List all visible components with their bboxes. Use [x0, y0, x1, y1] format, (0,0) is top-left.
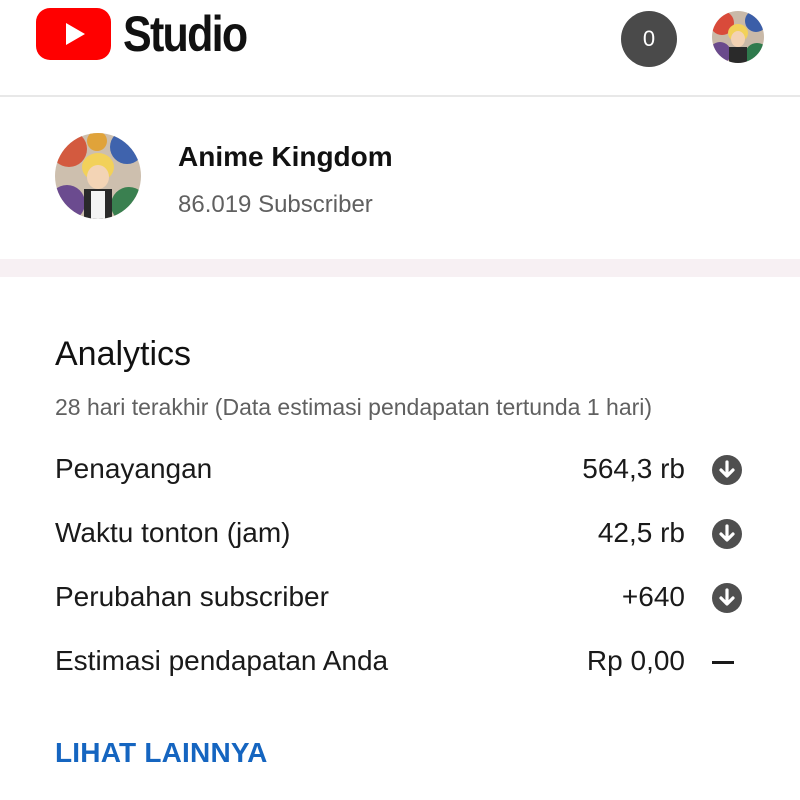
metric-row-views: Penayangan 564,3 rb — [55, 453, 755, 493]
metric-row-estimated-revenue: Estimasi pendapatan Anda Rp 0,00 — [55, 645, 755, 685]
metric-value: Rp 0,00 — [586, 645, 685, 676]
metric-value: +640 — [621, 581, 685, 612]
channel-name: Anime Kingdom — [178, 141, 393, 172]
studio-logo[interactable]: Studio — [36, 8, 267, 60]
section-divider — [0, 259, 800, 277]
metric-label: Estimasi pendapatan Anda — [55, 645, 389, 676]
notification-badge[interactable]: 0 — [621, 11, 677, 67]
account-avatar[interactable] — [712, 11, 764, 63]
dash-icon — [712, 661, 734, 664]
down-arrow-icon — [712, 455, 742, 485]
metric-value: 564,3 rb — [582, 453, 685, 484]
down-arrow-icon — [712, 583, 742, 613]
subscriber-count: 86.019 Subscriber — [178, 191, 373, 218]
analytics-period: 28 hari terakhir (Data estimasi pendapat… — [55, 394, 653, 420]
top-app-bar: Studio 0 — [0, 0, 800, 97]
analytics-title: Analytics — [55, 335, 192, 373]
metric-label: Perubahan subscriber — [55, 581, 329, 612]
metric-label: Penayangan — [55, 453, 213, 484]
see-more-link[interactable]: LIHAT LAINNYA — [55, 737, 268, 769]
brand-label: Studio — [123, 6, 248, 62]
channel-avatar — [55, 133, 141, 219]
youtube-play-icon — [36, 8, 111, 60]
metric-row-watch-time: Waktu tonton (jam) 42,5 rb — [55, 517, 755, 557]
down-arrow-icon — [712, 519, 742, 549]
analytics-card: Analytics 28 hari terakhir (Data estimas… — [0, 277, 800, 800]
metric-row-subscriber-change: Perubahan subscriber +640 — [55, 581, 755, 621]
metric-label: Waktu tonton (jam) — [55, 517, 291, 548]
channel-card[interactable]: Anime Kingdom 86.019 Subscriber — [0, 99, 800, 259]
metric-value: 42,5 rb — [597, 517, 685, 548]
